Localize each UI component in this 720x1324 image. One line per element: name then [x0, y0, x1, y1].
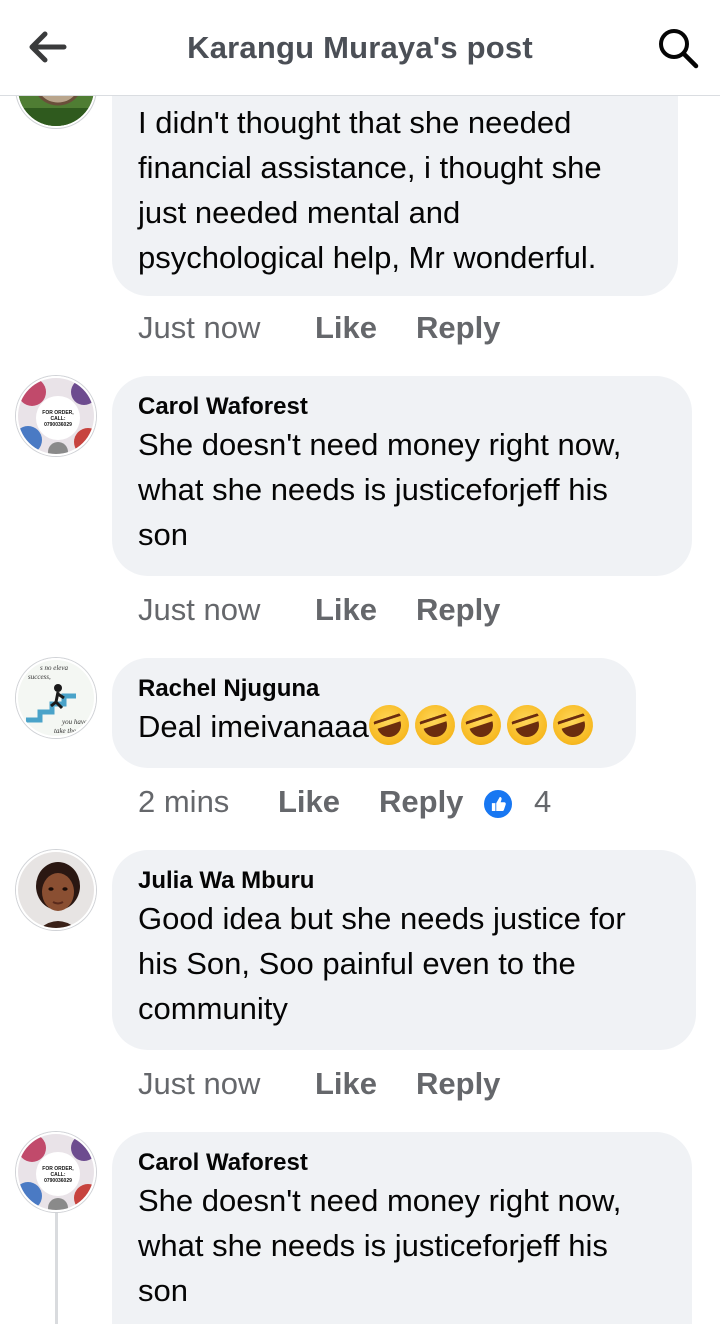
svg-text:you have to: you have to — [61, 718, 95, 726]
comment-author[interactable]: Rachel Njuguna — [138, 674, 608, 704]
comment-text: She doesn't need money right now, what s… — [138, 1183, 622, 1308]
comment-time: Just now — [138, 310, 261, 345]
reply-thread-line — [55, 1212, 58, 1324]
comment-author[interactable]: Carol Waforest — [138, 1148, 664, 1178]
comment-text: I didn't thought that she needed financi… — [138, 105, 602, 275]
comment-actions: 2 mins Like Reply 4 — [138, 784, 698, 824]
svg-text:take the s: take the s — [54, 727, 81, 735]
comment-bubble[interactable]: Julia Wa Mburu Good idea but she needs j… — [112, 850, 696, 1050]
avatar[interactable]: FOR ORDER, CALL: 0790036029 — [16, 1132, 96, 1212]
shop-avatar-image: FOR ORDER, CALL: 0790036029 — [18, 378, 94, 454]
search-icon[interactable] — [656, 26, 700, 70]
like-reaction-icon[interactable] — [482, 788, 514, 820]
reply-button[interactable]: Reply — [416, 310, 500, 346]
avatar[interactable]: FOR ORDER, CALL: 0790036029 — [16, 376, 96, 456]
svg-text:s no eleva: s no eleva — [40, 664, 68, 672]
comments-page: Karangu Muraya's post I didn't thought t… — [0, 0, 720, 1324]
svg-text:success,: success, — [28, 673, 51, 681]
like-button[interactable]: Like — [315, 310, 377, 346]
comment-bubble[interactable]: I didn't thought that she needed financi… — [112, 70, 678, 296]
reaction-count[interactable]: 4 — [534, 784, 551, 820]
comment-time: Just now — [138, 592, 261, 627]
comment-bubble[interactable]: Carol Waforest She doesn't need money ri… — [112, 1132, 692, 1324]
post-title: Karangu Muraya's post — [187, 30, 533, 65]
svg-text:0790036029: 0790036029 — [44, 1178, 72, 1184]
like-button[interactable]: Like — [315, 1066, 377, 1102]
comment-bubble[interactable]: Rachel Njuguna Deal imeivanaaa — [112, 658, 636, 768]
comment-actions: Just now Like Reply — [138, 310, 698, 350]
comment-text-content: Deal imeivanaaa — [138, 709, 369, 744]
comment-author[interactable]: Carol Waforest — [138, 392, 664, 422]
top-bar: Karangu Muraya's post — [0, 0, 720, 96]
comment-actions: Just now Like Reply — [138, 592, 698, 632]
rolling-on-floor-laughing-icon — [501, 699, 553, 751]
comment-time: Just now — [138, 1066, 261, 1101]
shop-avatar-image: FOR ORDER, CALL: 0790036029 — [18, 1134, 94, 1210]
reply-button[interactable]: Reply — [416, 592, 500, 628]
comment-time: 2 mins — [138, 784, 230, 819]
svg-text:0790036029: 0790036029 — [44, 422, 72, 428]
reply-button[interactable]: Reply — [416, 1066, 500, 1102]
comment-text: Deal imeivanaaa — [138, 699, 608, 751]
like-button[interactable]: Like — [315, 592, 377, 628]
like-button[interactable]: Like — [278, 784, 340, 820]
stairs-quote-avatar-image: s no eleva success, you have to take the… — [18, 660, 95, 736]
comment-text: She doesn't need money right now, what s… — [138, 427, 622, 552]
reply-button[interactable]: Reply — [379, 784, 463, 820]
comment-author[interactable]: Julia Wa Mburu — [138, 866, 668, 896]
comment-bubble[interactable]: Carol Waforest She doesn't need money ri… — [112, 376, 692, 576]
comment-actions: Just now Like Reply — [138, 1066, 698, 1106]
avatar[interactable]: s no eleva success, you have to take the… — [16, 658, 96, 738]
rolling-on-floor-laughing-icon — [547, 699, 599, 751]
rolling-on-floor-laughing-icon — [455, 699, 507, 751]
rolling-on-floor-laughing-icon — [409, 699, 461, 751]
avatar[interactable] — [16, 850, 96, 930]
profile-photo-avatar-image — [18, 852, 94, 928]
rolling-on-floor-laughing-icon — [363, 699, 415, 751]
comment-text: Good idea but she needs justice for his … — [138, 901, 626, 1026]
